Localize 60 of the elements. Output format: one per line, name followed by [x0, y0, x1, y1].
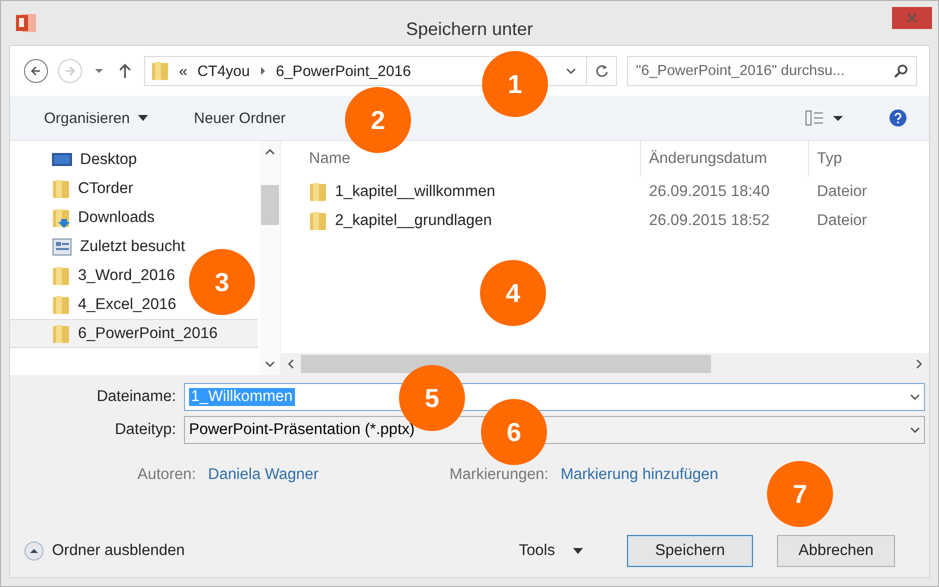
authors-label: Autoren:	[136, 466, 196, 484]
chevron-down-icon	[910, 426, 920, 432]
vertical-scrollbar[interactable]	[260, 141, 280, 375]
refresh-icon	[594, 64, 608, 78]
window-title: Speichern unter	[406, 19, 534, 40]
file-name[interactable]: 1_kapitel__willkommen	[309, 182, 641, 202]
presentation-app-icon	[15, 12, 37, 34]
tags-label: Markierungen:	[448, 466, 549, 484]
new-folder-button[interactable]: Neuer Ordner	[186, 106, 294, 130]
date-cell: 26.09.2015 18:40	[649, 182, 770, 200]
organize-menu-button[interactable]: Organisieren	[36, 106, 156, 130]
close-icon	[906, 12, 918, 24]
breadcrumb[interactable]: CT4you	[197, 62, 250, 80]
folder-icon	[52, 294, 70, 314]
sidebar-item[interactable]: 4_Excel_2016	[10, 290, 184, 319]
folder-icon	[309, 182, 327, 202]
sidebar-item[interactable]: Desktop	[10, 145, 145, 174]
sidebar-item[interactable]: 6_PowerPoint_2016	[10, 319, 258, 348]
recent-places-icon	[52, 238, 72, 256]
chevron-down-icon	[566, 68, 576, 74]
sidebar-item[interactable]: Downloads	[10, 203, 163, 232]
monitor-icon	[52, 152, 72, 168]
cancel-button[interactable]: Abbrechen	[777, 535, 895, 567]
caret-icon	[138, 115, 148, 121]
column-header[interactable]: Änderungsdatum	[641, 141, 809, 177]
filename-label: Dateiname:	[96, 388, 176, 406]
collapse-icon	[24, 541, 44, 561]
file-name[interactable]: 2_kapitel__grundlagen	[309, 210, 641, 230]
scrollbar-thumb[interactable]	[301, 355, 711, 373]
back-button[interactable]	[24, 59, 48, 83]
folder-icon	[151, 61, 169, 81]
hide-folders-button[interactable]: Ordner ausblenden	[24, 541, 185, 561]
filetype-label: Dateityp:	[114, 420, 176, 438]
download-folder-icon	[52, 208, 70, 228]
sidebar-item[interactable]: 3_Word_2016	[10, 261, 184, 290]
breadcrumb-overflow[interactable]: «	[179, 62, 188, 80]
type-cell: Dateior	[817, 182, 867, 200]
authors-link[interactable]: Daniela Wagner	[208, 466, 319, 484]
search-field[interactable]: "6_PowerPoint_2016" durchsu...	[627, 56, 917, 86]
caret-icon	[573, 548, 583, 554]
column-header[interactable]: Typ	[809, 141, 929, 177]
folder-icon	[52, 324, 70, 344]
forward-arrow-icon	[64, 65, 76, 77]
save-button[interactable]: Speichern	[627, 535, 753, 567]
folder-icon	[309, 210, 327, 230]
help-button[interactable]	[887, 109, 909, 127]
breadcrumb[interactable]: 6_PowerPoint_2016	[276, 62, 411, 80]
date-cell: 26.09.2015 18:52	[649, 212, 770, 228]
back-arrow-icon	[30, 65, 42, 77]
type-cell: Dateior	[817, 212, 867, 228]
add-tag-link[interactable]: Markierung hinzufügen	[560, 466, 718, 484]
scrollbar-thumb[interactable]	[261, 185, 279, 225]
horizontal-scrollbar[interactable]	[281, 353, 929, 375]
folder-icon	[52, 178, 70, 198]
folder-icon	[52, 266, 70, 286]
sidebar-item[interactable]: CTorder	[10, 174, 142, 203]
chevron-icon	[260, 67, 266, 75]
chevron-down-icon	[910, 394, 920, 400]
tools-menu-button[interactable]: Tools	[510, 538, 591, 564]
search-icon	[894, 64, 908, 78]
